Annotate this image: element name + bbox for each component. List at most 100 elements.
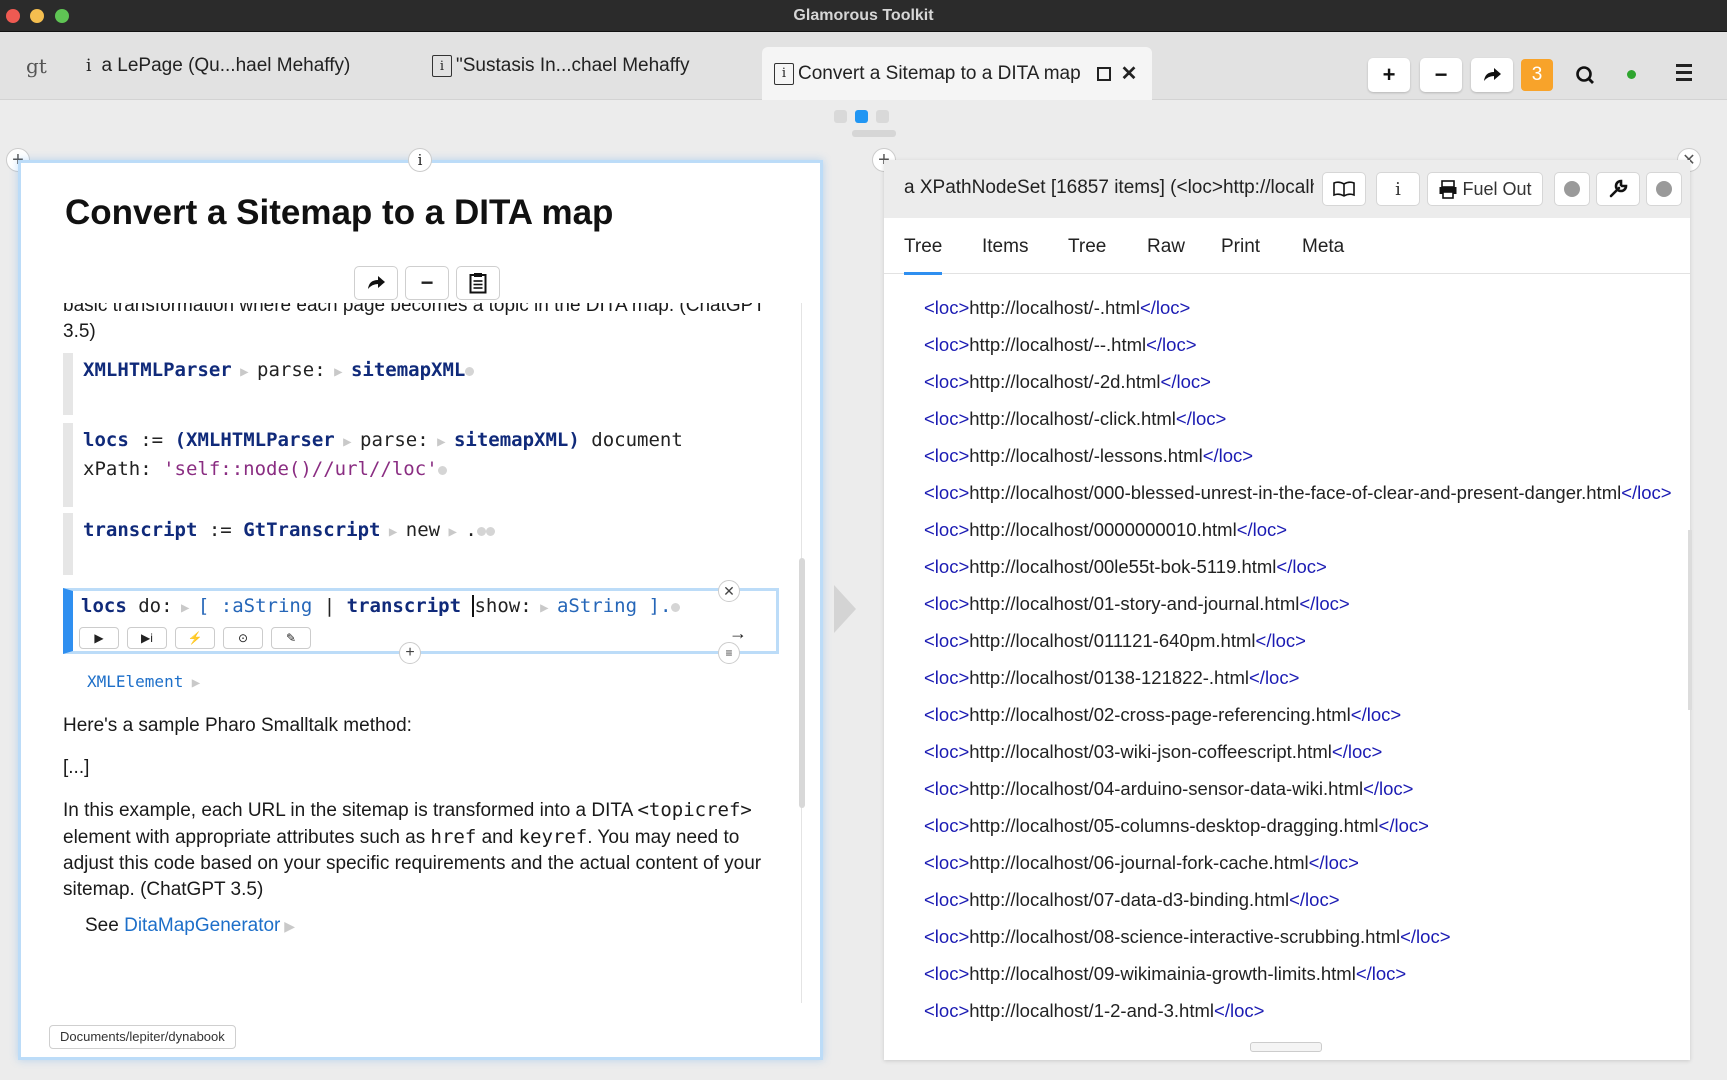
paragraph: Here's a sample Pharo Smalltalk method: <box>63 715 412 736</box>
tab-tree[interactable]: Tree <box>904 236 943 275</box>
tab-sustasis[interactable]: i "Sustasis In...chael Mehaffy <box>432 32 689 100</box>
list-item[interactable]: <loc>http://localhost/-lessons.html</loc… <box>924 441 1680 478</box>
list-item[interactable]: <loc>http://localhost/-2d.html</loc> <box>924 367 1680 404</box>
list-item[interactable]: <loc>http://localhost/06-journal-fork-ca… <box>924 848 1680 885</box>
hamburger-menu-icon[interactable] <box>1676 64 1692 85</box>
inspector-resize-handle[interactable] <box>1250 1042 1322 1052</box>
play-button[interactable]: ▶ <box>79 627 119 649</box>
open-tag: <loc> <box>924 519 970 540</box>
info-icon: i <box>86 56 92 76</box>
page-icon: i <box>432 55 452 77</box>
code-snippet-locs[interactable]: locs := (XMLHTMLParser ▶ parse: ▶ sitema… <box>63 423 801 507</box>
book-button[interactable] <box>1322 172 1366 206</box>
close-tag: </loc> <box>1289 889 1340 910</box>
list-item[interactable]: <loc>http://localhost/03-wiki-json-coffe… <box>924 737 1680 774</box>
tools-button[interactable] <box>1596 172 1640 206</box>
code-snippet-transcript[interactable]: transcript := GtTranscript ▶ new ▶ . <box>63 513 801 575</box>
edit-button[interactable]: ✎ <box>271 627 311 649</box>
record-button-2[interactable] <box>1646 172 1682 206</box>
loc-url: http://localhost/0138-121822-.html <box>969 667 1249 688</box>
list-item[interactable]: <loc>http://localhost/00le55t-bok-5119.h… <box>924 552 1680 589</box>
list-item[interactable]: <loc>http://localhost/07-data-d3-binding… <box>924 885 1680 922</box>
code-editor-line[interactable]: locs do: ▶ [ :aString | transcript show:… <box>81 595 681 617</box>
pager-dot[interactable] <box>834 110 847 123</box>
pager-dot[interactable] <box>876 110 889 123</box>
maximize-tab-icon[interactable] <box>1096 66 1111 81</box>
tab-tree-2[interactable]: Tree <box>1068 236 1106 258</box>
tab-gt-home[interactable]: gt <box>26 32 47 100</box>
tab-lepage[interactable]: i a LePage (Qu...hael Mehaffy) <box>86 32 350 100</box>
result-dot-icon[interactable] <box>476 527 486 536</box>
list-item[interactable]: <loc>http://localhost/04-arduino-sensor-… <box>924 774 1680 811</box>
list-item[interactable]: <loc>http://localhost/01-story-and-journ… <box>924 589 1680 626</box>
result-dot-icon[interactable] <box>465 367 475 376</box>
remove-page-button[interactable]: − <box>1420 58 1462 92</box>
snippet-menu-icon[interactable]: ≡ <box>718 642 740 664</box>
list-item[interactable]: <loc>http://localhost/-click.html</loc> <box>924 404 1680 441</box>
record-button[interactable] <box>1554 172 1590 206</box>
list-item[interactable]: <loc>http://localhost/05-columns-desktop… <box>924 811 1680 848</box>
tab-items[interactable]: Items <box>982 236 1028 258</box>
pager-scroll-handle[interactable] <box>852 130 896 137</box>
page-title: Convert a Sitemap to a DITA map <box>65 193 614 232</box>
tab-raw[interactable]: Raw <box>1147 236 1185 258</box>
tab-meta[interactable]: Meta <box>1302 236 1344 258</box>
tab-convert-sitemap[interactable]: i Convert a Sitemap to a DITA map ✕ <box>762 47 1152 100</box>
share-button[interactable] <box>1471 58 1513 92</box>
close-tag: </loc> <box>1363 778 1414 799</box>
result-label[interactable]: XMLElement ▶ <box>87 669 200 696</box>
list-item[interactable]: <loc>http://localhost/-.html</loc> <box>924 293 1680 330</box>
fuel-out-button[interactable]: Fuel Out <box>1427 172 1543 206</box>
search-icon[interactable] <box>1572 62 1600 90</box>
close-tag: </loc> <box>1236 519 1288 540</box>
page-info-icon[interactable]: i <box>408 148 432 172</box>
text-run: and <box>476 827 519 848</box>
list-item[interactable]: <loc>http://localhost/02-cross-page-refe… <box>924 700 1680 737</box>
breadcrumb[interactable]: Documents/lepiter/dynabook <box>49 1025 236 1049</box>
info-button[interactable]: i <box>1376 172 1420 206</box>
pane-pager[interactable] <box>834 110 889 123</box>
list-item[interactable]: <loc>http://localhost/1-2-and-3.html</lo… <box>924 996 1680 1033</box>
active-code-snippet[interactable]: locs do: ▶ [ :aString | transcript show:… <box>63 588 779 654</box>
list-item[interactable]: <loc>http://localhost/0000000010.html</l… <box>924 515 1680 552</box>
page-content: basic transformation where each page bec… <box>21 303 801 1015</box>
loc-url: http://localhost/07-data-d3-binding.html <box>969 889 1290 910</box>
tab-label: a LePage (Qu...hael Mehaffy) <box>101 55 351 76</box>
profile-button[interactable]: ⊙ <box>223 627 263 649</box>
open-tag: <loc> <box>924 778 970 799</box>
arrow-right-icon[interactable]: → <box>729 623 747 644</box>
result-dot-icon[interactable] <box>671 603 681 612</box>
loc-url: http://localhost/02-cross-page-referenci… <box>969 704 1351 725</box>
add-snippet-icon[interactable]: + <box>399 642 421 664</box>
clipboard-button[interactable] <box>456 266 500 300</box>
list-item[interactable]: <loc>http://localhost/011121-640pm.html<… <box>924 626 1680 663</box>
loc-url: http://localhost/00le55t-bok-5119.html <box>969 556 1277 577</box>
close-snippet-icon[interactable]: ✕ <box>718 580 740 602</box>
notification-badge[interactable]: 3 <box>1521 59 1553 91</box>
inline-code: keyref <box>518 826 588 848</box>
text-run: In this example, each URL in the sitemap… <box>63 800 638 821</box>
tab-print[interactable]: Print <box>1221 236 1260 258</box>
add-page-button[interactable]: + <box>1368 58 1410 92</box>
result-dot-icon[interactable] <box>437 466 447 475</box>
list-item[interactable]: <loc>http://localhost/--.html</loc> <box>924 330 1680 367</box>
list-item[interactable]: <loc>http://localhost/09-wikimainia-grow… <box>924 959 1680 996</box>
list-item[interactable]: <loc>http://localhost/08-science-interac… <box>924 922 1680 959</box>
ditamapgenerator-link[interactable]: DitaMapGenerator <box>124 915 280 936</box>
list-item[interactable]: <loc>http://localhost/0138-121822-.html<… <box>924 663 1680 700</box>
result-dot-icon[interactable] <box>485 527 495 536</box>
close-tag: </loc> <box>1255 630 1306 651</box>
close-tab-icon[interactable]: ✕ <box>1121 61 1138 86</box>
text-run: adjust this code based on your specific … <box>63 853 762 874</box>
inspector-scrollbar[interactable] <box>1688 530 1692 710</box>
play-inspect-button[interactable]: ▶i <box>127 627 167 649</box>
pager-dot-active[interactable] <box>855 110 868 123</box>
remove-page-button[interactable]: − <box>405 266 449 300</box>
list-item[interactable]: <loc>http://localhost/000-blessed-unrest… <box>924 478 1680 515</box>
code-token: sitemapXML <box>350 359 466 381</box>
debug-button[interactable]: ⚡ <box>175 627 215 649</box>
code-token: locs <box>81 595 127 617</box>
share-page-button[interactable] <box>354 266 398 300</box>
code-snippet-parse[interactable]: XMLHTMLParser ▶ parse: ▶ sitemapXML <box>63 353 801 415</box>
code-token: := <box>140 429 164 451</box>
